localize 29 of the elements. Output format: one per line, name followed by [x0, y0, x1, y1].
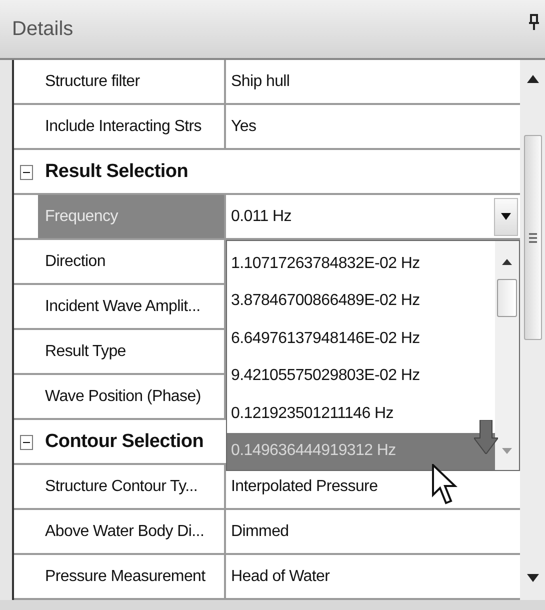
- panel-title: Details: [12, 18, 74, 40]
- scroll-up-icon[interactable]: [526, 75, 538, 83]
- category-label: Contour Selection: [44, 430, 204, 454]
- scroll-thumb[interactable]: [524, 135, 542, 340]
- caret-icon: [501, 213, 511, 220]
- property-value: Head of Water: [231, 568, 330, 586]
- collapse-toggle[interactable]: [20, 435, 32, 450]
- dropdown-option[interactable]: 9.42105575029803E-02 Hz: [227, 358, 495, 395]
- list-scrollbar[interactable]: [495, 241, 519, 470]
- arrow-down-icon: [474, 420, 498, 454]
- scrollbar[interactable]: [520, 60, 545, 600]
- dropdown-option[interactable]: 6.64976137948146E-02 Hz: [227, 320, 495, 358]
- property-value: Ship hull: [231, 72, 290, 90]
- collapse-toggle[interactable]: [20, 165, 32, 180]
- dropdown-button[interactable]: [494, 198, 518, 236]
- value-cell[interactable]: 0.011 Hz: [226, 195, 520, 238]
- scroll-up-icon[interactable]: [502, 259, 512, 265]
- dropdown-option[interactable]: 0.121923501211146 Hz: [227, 395, 495, 432]
- scroll-down-icon[interactable]: [526, 574, 538, 582]
- dropdown-option[interactable]: 3.87846700866489E-02 Hz: [227, 282, 495, 320]
- pin-icon[interactable]: [529, 14, 539, 30]
- scroll-thumb[interactable]: [497, 279, 517, 317]
- dropdown-option[interactable]: 1.10717263784832E-02 Hz: [227, 245, 495, 282]
- property-value: 0.011 Hz: [231, 208, 292, 226]
- property-value: Interpolated Pressure: [231, 478, 378, 496]
- category-label: Result Selection: [44, 160, 188, 184]
- property-value: Yes: [231, 118, 256, 136]
- property-value: Dimmed: [231, 522, 289, 540]
- grip-icon: [528, 232, 536, 242]
